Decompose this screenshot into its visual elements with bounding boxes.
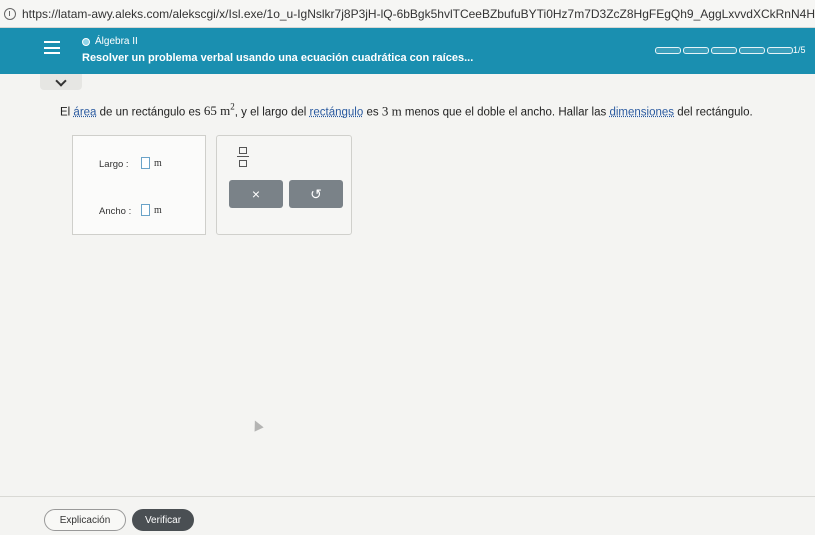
fraction-icon[interactable] bbox=[235, 146, 255, 170]
largo-label: Largo : bbox=[99, 159, 129, 170]
largo-input[interactable] bbox=[141, 157, 150, 169]
top-bar: Álgebra II Resolver un problema verbal u… bbox=[0, 28, 815, 74]
fraction-bar bbox=[237, 156, 249, 157]
course-row: Álgebra II bbox=[82, 36, 138, 47]
progress-count: 1/5 bbox=[793, 45, 806, 55]
undo-button[interactable]: ↺ bbox=[289, 180, 343, 208]
mouse-cursor-icon bbox=[250, 418, 264, 432]
problem-statement: El área de un rectángulo es 65 m2, y el … bbox=[60, 102, 810, 119]
address-bar[interactable]: https://latam-awy.aleks.com/alekscgi/x/I… bbox=[0, 0, 815, 28]
diff-value: 3 m bbox=[381, 103, 402, 119]
ancho-input[interactable] bbox=[141, 204, 150, 216]
ancho-label: Ancho : bbox=[99, 206, 132, 217]
course-status-icon bbox=[82, 37, 90, 46]
largo-unit: m bbox=[154, 158, 162, 169]
glossary-link-rectangle[interactable]: rectángulo bbox=[310, 106, 364, 118]
footer-bar: Explicación Verificar bbox=[0, 496, 815, 535]
problem-text: del rectángulo. bbox=[674, 106, 753, 119]
hamburger-menu-icon[interactable] bbox=[44, 41, 60, 54]
clear-button[interactable]: × bbox=[229, 180, 283, 208]
progress-segment bbox=[655, 47, 681, 54]
glossary-link-dimensions[interactable]: dimensiones bbox=[609, 106, 674, 118]
course-name: Álgebra II bbox=[95, 36, 138, 47]
progress-segment bbox=[767, 47, 793, 54]
problem-text: de un rectángulo es bbox=[96, 106, 204, 119]
explanation-button[interactable]: Explicación bbox=[44, 509, 126, 531]
collapse-chevron-down-icon[interactable] bbox=[40, 74, 82, 90]
ancho-unit: m bbox=[154, 205, 162, 216]
problem-text: , y el largo del bbox=[234, 106, 310, 119]
math-toolbox: × ↺ bbox=[216, 135, 352, 235]
fraction-denominator-box bbox=[239, 160, 247, 167]
topic-title: Resolver un problema verbal usando una e… bbox=[82, 52, 474, 64]
problem-text: es bbox=[363, 106, 382, 119]
glossary-link-area[interactable]: área bbox=[73, 106, 96, 118]
problem-text: El bbox=[60, 106, 74, 119]
progress-segment bbox=[739, 47, 765, 54]
url-text[interactable]: https://latam-awy.aleks.com/alekscgi/x/I… bbox=[22, 7, 815, 21]
area-number: 65 m bbox=[203, 103, 231, 119]
verify-button[interactable]: Verificar bbox=[132, 509, 194, 531]
site-info-icon[interactable] bbox=[4, 7, 16, 20]
answer-box: Largo : m Ancho : m bbox=[72, 135, 206, 235]
progress-bar bbox=[655, 47, 793, 54]
problem-text: menos que el doble el ancho. Hallar las bbox=[401, 106, 610, 119]
progress-segment bbox=[683, 47, 709, 54]
fraction-numerator-box bbox=[239, 147, 247, 154]
progress-segment bbox=[711, 47, 737, 54]
area-value: 65 m2 bbox=[203, 102, 235, 119]
